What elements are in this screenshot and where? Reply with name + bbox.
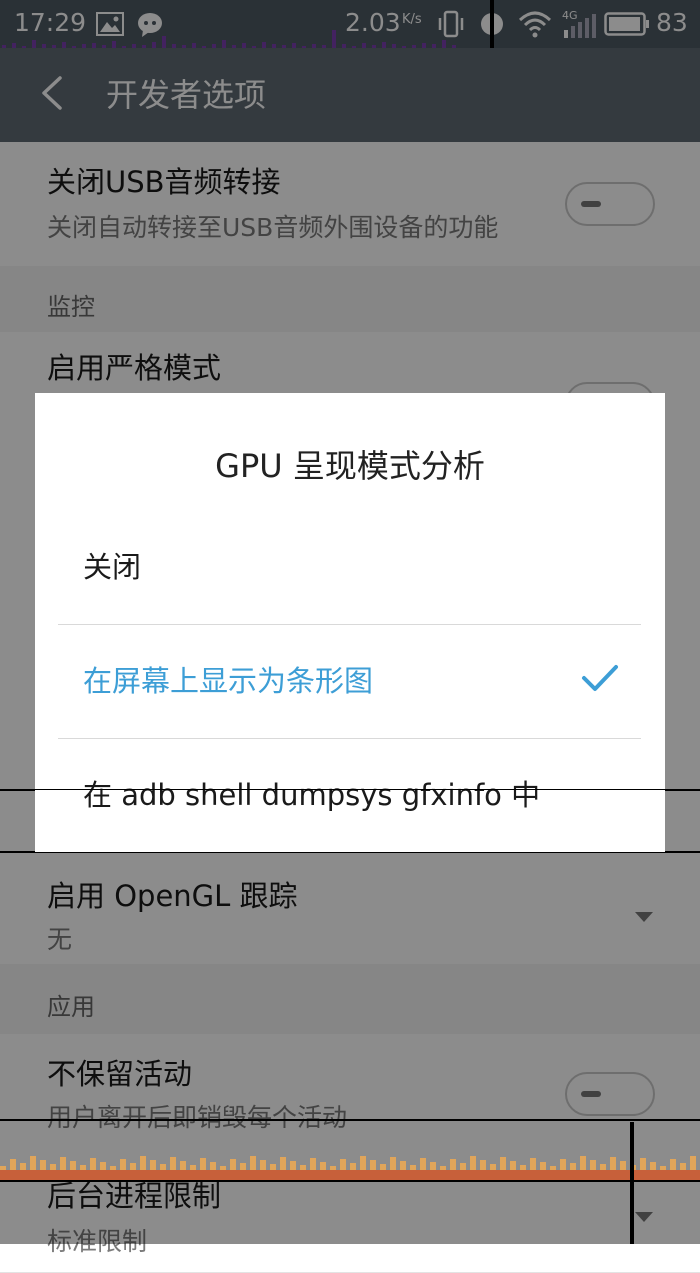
gpu-frame-bar (590, 1160, 596, 1170)
gpu-frame-bar (620, 1161, 626, 1170)
option-off[interactable]: 关闭 (58, 511, 641, 624)
gpu-vertical-line (630, 1122, 634, 1244)
gpu-frame-bar (230, 1159, 236, 1170)
gpu-frame-bar (660, 1166, 666, 1170)
gpu-frame-bar (390, 1157, 396, 1170)
gpu-frame-bar (580, 1156, 586, 1170)
gpu-profile-base (0, 1170, 700, 1180)
gpu-frame-bar (490, 1164, 496, 1170)
gpu-frame-bar (20, 1163, 26, 1170)
gpu-frame-bar (530, 1158, 536, 1170)
gpu-frame-bar (370, 1160, 376, 1170)
gpu-frame-bar (500, 1157, 506, 1170)
gpu-frame-bar (680, 1163, 686, 1170)
gpu-frame-bar (400, 1161, 406, 1170)
gpu-frame-bar (570, 1163, 576, 1170)
gpu-frame-bar (150, 1160, 156, 1170)
gpu-profile-bars (0, 1150, 700, 1180)
gpu-frame-bar (330, 1166, 336, 1170)
gpu-frame-bar (40, 1160, 46, 1170)
gpu-frame-bar (110, 1166, 116, 1170)
gpu-frame-bar (30, 1156, 36, 1170)
gpu-frame-bar (300, 1165, 306, 1170)
gpu-frame-bar (180, 1161, 186, 1170)
gpu-frame-bar (60, 1157, 66, 1170)
option-adb-gfxinfo[interactable]: 在 adb shell dumpsys gfxinfo 中 (58, 739, 641, 852)
gpu-threshold-line (0, 789, 700, 790)
gpu-frame-bar (160, 1164, 166, 1170)
gpu-frame-bar (640, 1158, 646, 1170)
gpu-frame-bar (380, 1164, 386, 1170)
gpu-frame-bar (520, 1165, 526, 1170)
gpu-frame-bar (140, 1156, 146, 1170)
gpu-frame-bar (440, 1166, 446, 1170)
gpu-frame-bar (170, 1157, 176, 1170)
gpu-threshold-line (0, 1119, 700, 1121)
gpu-frame-bar (130, 1163, 136, 1170)
gpu-render-dialog: GPU 呈现模式分析 关闭 在屏幕上显示为条形图 在 adb shell dum… (35, 393, 665, 852)
gpu-frame-bar (290, 1161, 296, 1170)
gpu-frame-bar (190, 1165, 196, 1170)
gpu-frame-bar (410, 1165, 416, 1170)
gpu-frame-bar (600, 1164, 606, 1170)
gpu-frame-bar (420, 1158, 426, 1170)
gpu-frame-bar (650, 1162, 656, 1170)
option-label: 在 adb shell dumpsys gfxinfo 中 (83, 778, 541, 812)
check-icon (582, 665, 618, 691)
gpu-frame-bar (200, 1158, 206, 1170)
gpu-frame-bar (430, 1162, 436, 1170)
gpu-frame-bar (480, 1160, 486, 1170)
gpu-frame-bar (610, 1157, 616, 1170)
gpu-frame-bar (220, 1166, 226, 1170)
gpu-frame-bar (460, 1163, 466, 1170)
option-bar-graph[interactable]: 在屏幕上显示为条形图 (58, 625, 641, 738)
gpu-frame-bar (70, 1161, 76, 1170)
gpu-frame-bar (550, 1166, 556, 1170)
gpu-frame-bar (240, 1163, 246, 1170)
gpu-frame-bar (100, 1162, 106, 1170)
gpu-frame-bar (350, 1163, 356, 1170)
gpu-frame-bar (10, 1159, 16, 1170)
gpu-frame-bar (450, 1159, 456, 1170)
gpu-frame-bar (90, 1158, 96, 1170)
gpu-frame-bar (50, 1164, 56, 1170)
gpu-threshold-line (0, 1180, 700, 1182)
dialog-title: GPU 呈现模式分析 (215, 447, 485, 485)
option-label: 在屏幕上显示为条形图 (83, 664, 374, 698)
gpu-frame-bar (250, 1156, 256, 1170)
gpu-frame-bar (560, 1159, 566, 1170)
gpu-frame-bar (690, 1156, 696, 1170)
gpu-frame-bar (320, 1162, 326, 1170)
gpu-frame-bar (470, 1156, 476, 1170)
gpu-frame-bar (80, 1165, 86, 1170)
gpu-frame-bar (510, 1161, 516, 1170)
gpu-frame-bar (310, 1158, 316, 1170)
gpu-frame-bar (210, 1162, 216, 1170)
gpu-frame-bar (270, 1164, 276, 1170)
gpu-frame-bar (280, 1157, 286, 1170)
gpu-frame-bar (360, 1156, 366, 1170)
option-label: 关闭 (83, 550, 142, 584)
gpu-frame-bar (0, 1166, 6, 1170)
gpu-frame-bar (260, 1160, 266, 1170)
gpu-frame-bar (670, 1159, 676, 1170)
gpu-frame-bar (340, 1159, 346, 1170)
gpu-frame-bar (540, 1162, 546, 1170)
gpu-frame-bar (120, 1159, 126, 1170)
